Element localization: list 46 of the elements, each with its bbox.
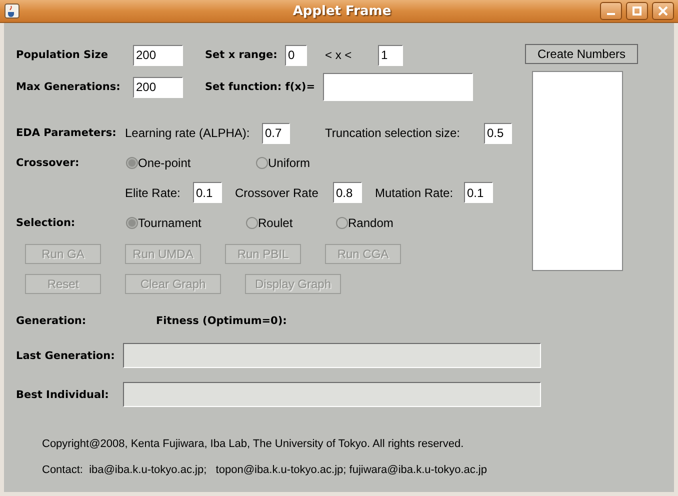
input-field[interactable]: 0.8 [333, 182, 362, 203]
radio-option[interactable]: Tournament [126, 216, 202, 230]
field-label: Mutation Rate: [375, 186, 454, 200]
copyright-text: Copyright@2008, Kenta Fujiwara, Iba Lab, The University of Tokyo. All rights reserved. [42, 438, 464, 450]
section-label: Selection: [16, 217, 76, 229]
close-icon [658, 6, 668, 16]
input-field[interactable]: 0.5 [484, 122, 512, 144]
field-label: Learning rate (ALPHA): [125, 126, 250, 140]
numbers-list[interactable] [532, 71, 623, 271]
field-label: Truncation selection size: [325, 126, 460, 140]
section-label: EDA Parameters: [16, 127, 116, 139]
field-label: Max Generations: [16, 81, 120, 93]
window-title: Applet Frame [292, 4, 392, 18]
input-field[interactable]: 200 [133, 76, 183, 98]
contact-text: Contact: iba@iba.k.u-tokyo.ac.jp; topon@iba.k.u-tokyo.ac.jp; fujiwara@iba.k.u-tokyo.ac.jp [42, 464, 487, 476]
input-field[interactable]: 1 [378, 44, 403, 66]
radio-option[interactable]: Random [336, 216, 394, 230]
function-field[interactable] [323, 73, 473, 101]
minimize-icon [607, 13, 615, 15]
fitness-label: Fitness (Optimum=0): [156, 315, 287, 327]
input-field[interactable]: 0.1 [464, 182, 493, 203]
input-field[interactable]: 0.1 [193, 182, 222, 203]
field-label: Set function: f(x)= [205, 81, 315, 93]
minimize-button[interactable] [600, 2, 622, 20]
range-label: < x < [325, 48, 352, 62]
field-label: Crossover Rate [235, 186, 318, 200]
field-label: Elite Rate: [125, 186, 180, 200]
generation-label: Generation: [16, 315, 86, 327]
radio-option[interactable]: One-point [126, 156, 191, 170]
input-field[interactable]: 200 [133, 44, 183, 66]
input-field[interactable]: 0 [285, 44, 307, 66]
radio-option[interactable]: Roulet [246, 216, 293, 230]
output-field[interactable] [123, 343, 541, 368]
maximize-icon [632, 6, 642, 16]
output-field[interactable] [123, 382, 541, 407]
section-label: Crossover: [16, 157, 80, 169]
close-button[interactable] [652, 2, 674, 20]
maximize-button[interactable] [626, 2, 648, 20]
create-numbers-button[interactable]: Create Numbers [525, 44, 638, 64]
radio-option[interactable]: Uniform [256, 156, 310, 170]
output-label: Last Generation: [16, 350, 115, 362]
field-label: Population Size [16, 49, 108, 61]
output-label: Best Individual: [16, 388, 109, 400]
field-label: Set x range: [205, 49, 278, 61]
input-field[interactable]: 0.7 [262, 122, 290, 144]
cup-icon [4, 3, 20, 19]
